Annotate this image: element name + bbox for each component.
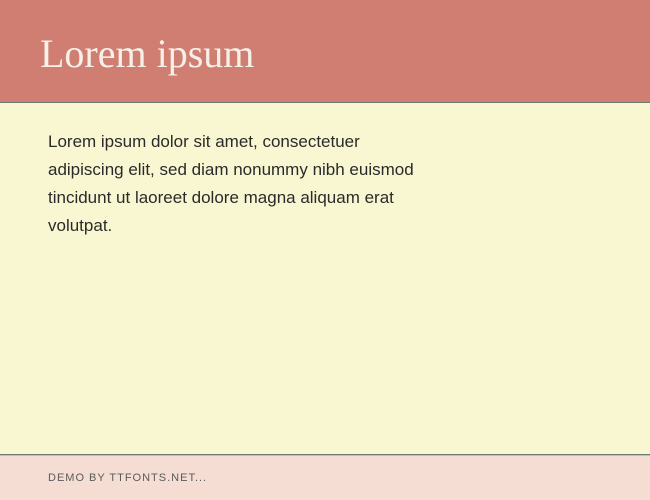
- footer-bar: DEMO BY TTFONTS.NET...: [0, 455, 650, 500]
- body-paragraph: Lorem ipsum dolor sit amet, consectetuer…: [48, 128, 418, 240]
- footer-attribution: DEMO BY TTFONTS.NET...: [48, 472, 602, 484]
- header-banner: Lorem ipsum: [0, 0, 650, 102]
- content-area: Lorem ipsum dolor sit amet, consectetuer…: [0, 102, 650, 455]
- page-title: Lorem ipsum: [40, 30, 610, 77]
